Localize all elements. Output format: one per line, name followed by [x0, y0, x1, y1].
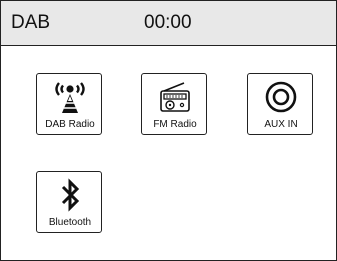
- dab-radio-button[interactable]: DAB Radio: [36, 73, 102, 135]
- dab-radio-icon: [37, 78, 103, 116]
- fm-radio-icon: [142, 78, 208, 116]
- fm-radio-label: FM Radio: [153, 119, 197, 130]
- aux-in-label: AUX IN: [264, 119, 298, 130]
- clock: 00:00: [144, 12, 192, 33]
- current-source-label: DAB: [11, 12, 51, 33]
- bluetooth-button[interactable]: Bluetooth: [36, 171, 102, 233]
- aux-in-button[interactable]: AUX IN: [247, 73, 313, 135]
- bluetooth-label: Bluetooth: [48, 217, 92, 228]
- status-bar: DAB 00:00: [1, 1, 336, 46]
- fm-radio-button[interactable]: FM Radio: [141, 73, 207, 135]
- bluetooth-icon: [37, 176, 103, 214]
- aux-in-icon: [248, 78, 314, 116]
- screen-frame: DAB 00:00 DAB Radio FM Radio AUX IN Blue…: [0, 0, 337, 261]
- dab-radio-label: DAB Radio: [45, 119, 95, 130]
